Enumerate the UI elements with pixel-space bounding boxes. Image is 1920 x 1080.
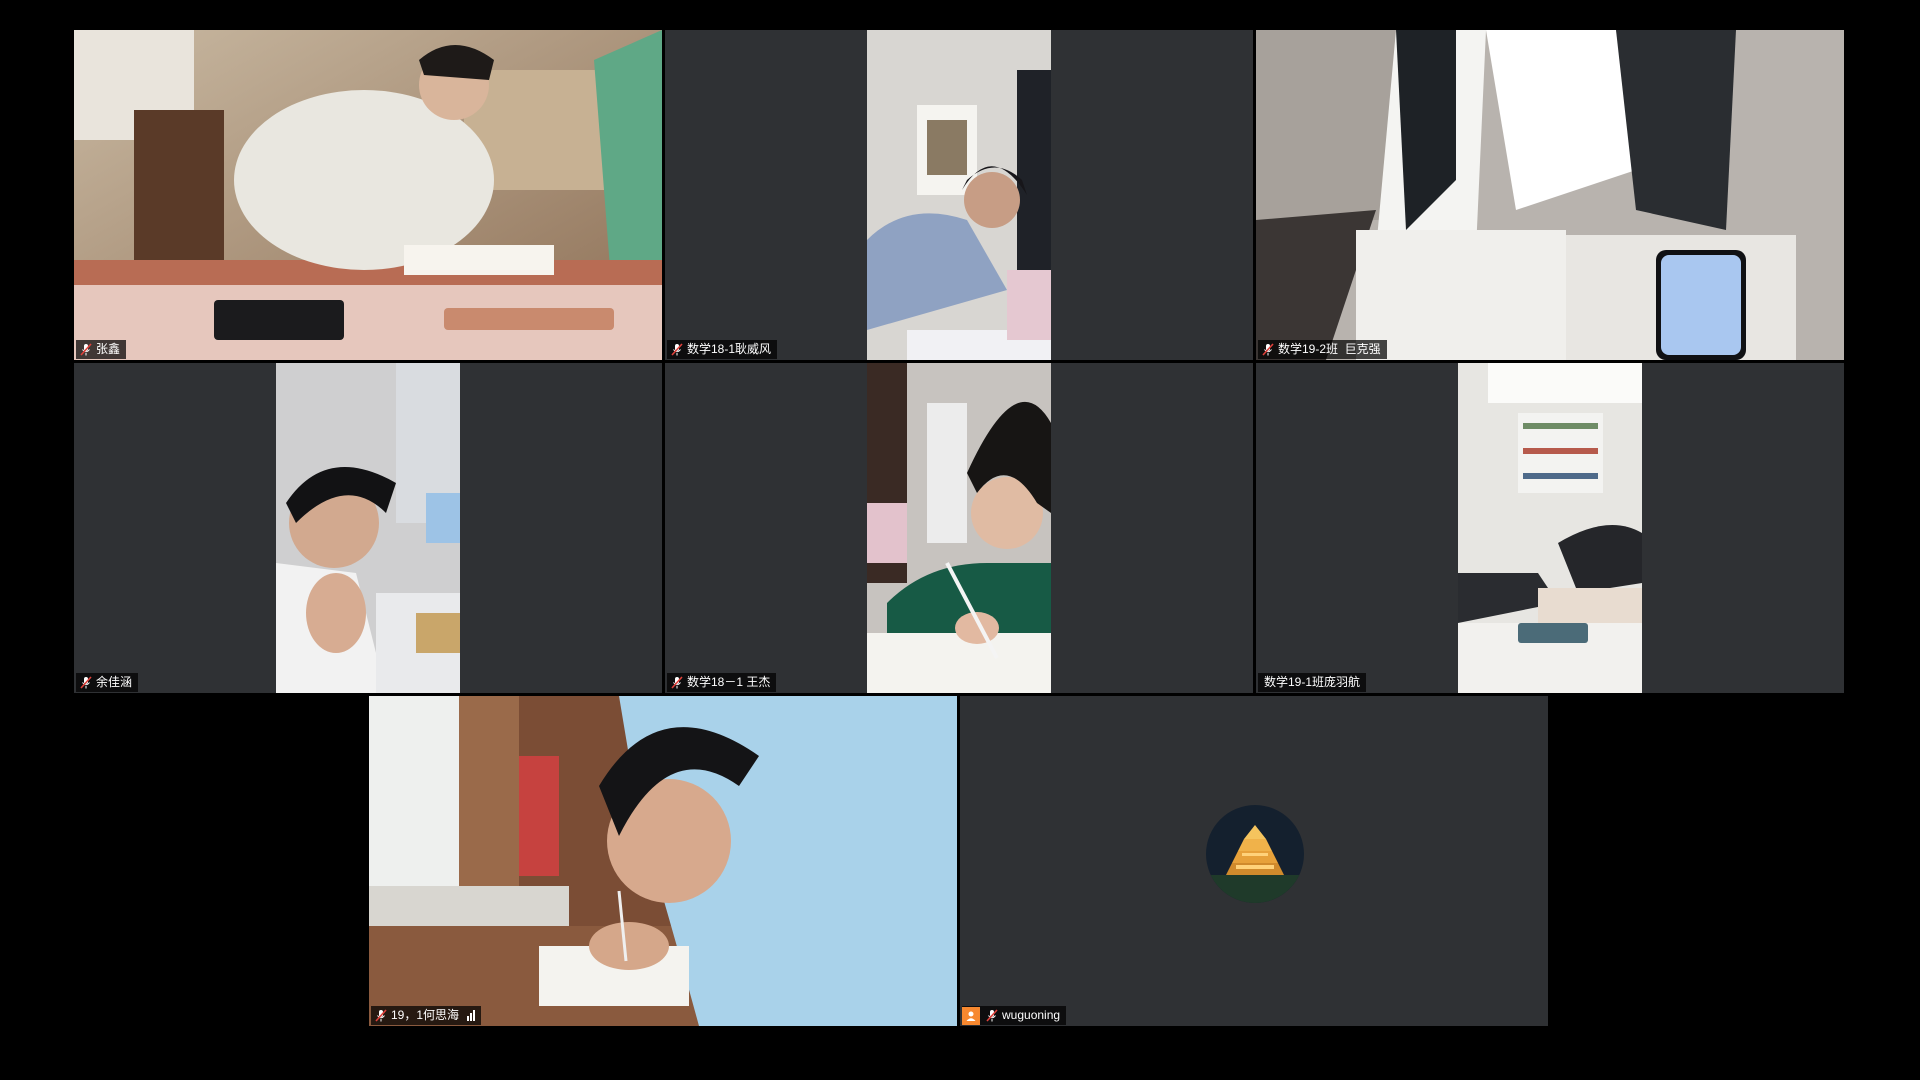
muted-microphone-icon bbox=[986, 1009, 998, 1022]
muted-microphone-icon bbox=[671, 676, 683, 689]
participant-nameplate: wuguoning bbox=[962, 1006, 1067, 1025]
muted-microphone-icon bbox=[671, 343, 683, 356]
meeting-gallery: 张鑫 数学18-1耿威风 数学19-2班 巨克强 余佳涵 数学18－1 王杰 数… bbox=[0, 0, 1920, 1080]
user-avatar-icon bbox=[962, 1006, 980, 1025]
participant-video bbox=[867, 30, 1051, 360]
participant-video bbox=[74, 30, 662, 360]
participant-nameplate: 数学18-1耿威风 bbox=[667, 340, 778, 359]
participant-video bbox=[1458, 363, 1642, 693]
participant-video bbox=[276, 363, 460, 693]
participant-name: wuguoning bbox=[1002, 1008, 1061, 1022]
participant-name: 余佳涵 bbox=[96, 675, 133, 689]
participant-video bbox=[867, 363, 1051, 693]
participant-tile-yu-jiahan[interactable]: 余佳涵 bbox=[74, 363, 662, 693]
participant-name: 数学18－1 王杰 bbox=[687, 675, 771, 689]
muted-microphone-icon bbox=[80, 343, 92, 356]
participant-tile-zhang-xin[interactable]: 张鑫 bbox=[74, 30, 662, 360]
participant-name: 张鑫 bbox=[96, 342, 121, 356]
participant-nameplate: 数学19-2班 巨克强 bbox=[1258, 340, 1387, 359]
participant-nameplate: 数学18－1 王杰 bbox=[667, 673, 777, 692]
participant-avatar bbox=[1206, 805, 1304, 903]
participant-name: 19，1何思海 bbox=[391, 1008, 460, 1022]
participant-nameplate: 数学19-1班庞羽航 bbox=[1258, 673, 1367, 692]
muted-microphone-icon bbox=[80, 676, 92, 689]
signal-strength-icon bbox=[467, 1010, 476, 1021]
participant-tile-wuguoning[interactable]: wuguoning bbox=[960, 696, 1548, 1026]
participant-name: 数学19-2班 巨克强 bbox=[1278, 342, 1381, 356]
participant-tile-geng-weifeng[interactable]: 数学18-1耿威风 bbox=[665, 30, 1253, 360]
participant-tile-he-sihai[interactable]: 19，1何思海 bbox=[369, 696, 957, 1026]
participant-video bbox=[1256, 30, 1844, 360]
muted-microphone-icon bbox=[375, 1009, 387, 1022]
muted-microphone-icon bbox=[1262, 343, 1274, 356]
participant-nameplate: 张鑫 bbox=[76, 340, 127, 359]
participant-tile-ju-keqiang[interactable]: 数学19-2班 巨克强 bbox=[1256, 30, 1844, 360]
participant-nameplate: 余佳涵 bbox=[76, 673, 139, 692]
participant-tile-wang-jie[interactable]: 数学18－1 王杰 bbox=[665, 363, 1253, 693]
participant-nameplate: 19，1何思海 bbox=[371, 1006, 482, 1025]
participant-name: 数学18-1耿威风 bbox=[687, 342, 772, 356]
participant-tile-pang-yuhang[interactable]: 数学19-1班庞羽航 bbox=[1256, 363, 1844, 693]
participant-video bbox=[369, 696, 957, 1026]
participant-name: 数学19-1班庞羽航 bbox=[1264, 675, 1361, 689]
